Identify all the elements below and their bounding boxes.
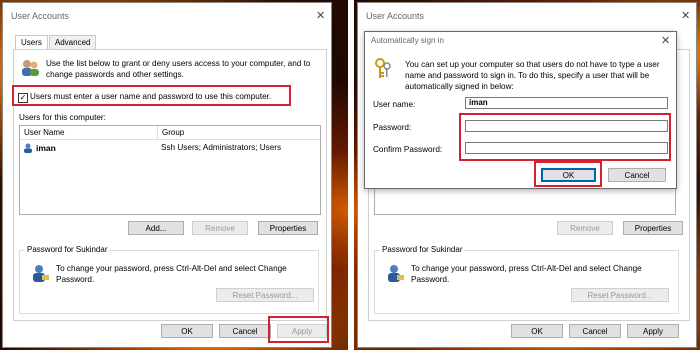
intro-text: Use the list below to grant or deny user… — [46, 59, 311, 79]
user-password-icon — [388, 265, 404, 282]
dialog-close-icon[interactable]: ✕ — [661, 34, 670, 47]
list-header: User Name Group — [20, 126, 320, 140]
auto-sign-in-dialog: Automatically sign in ✕ You can set up y… — [364, 31, 677, 189]
close-icon[interactable]: ✕ — [316, 9, 325, 22]
dialog-ok-highlight — [534, 161, 602, 187]
column-user-name[interactable]: User Name — [20, 126, 158, 139]
users-list-label: Users for this computer: — [19, 113, 106, 122]
row-group: Ssh Users; Administrators; Users — [161, 143, 282, 152]
reset-password-button[interactable]: Reset Password... — [216, 288, 314, 302]
properties-button[interactable]: Properties — [258, 221, 318, 235]
row-user-name: iman — [36, 143, 56, 153]
reset-password-button[interactable]: Reset Password... — [571, 288, 669, 302]
remove-button[interactable]: Remove — [557, 221, 613, 235]
dialog-cancel-button[interactable]: Cancel — [608, 168, 666, 182]
properties-button[interactable]: Properties — [623, 221, 683, 235]
ok-button[interactable]: OK — [511, 324, 563, 338]
users-icon — [22, 60, 39, 76]
password-group-title: Password for Sukindar — [380, 245, 465, 254]
user-icon — [24, 143, 32, 153]
password-group: Password for Sukindar To change your pas… — [374, 245, 679, 314]
apply-button[interactable]: Apply — [627, 324, 679, 338]
window-title: User Accounts — [11, 11, 70, 21]
window-title: User Accounts — [366, 11, 425, 21]
dialog-description: You can set up your computer so that use… — [405, 60, 660, 91]
keys-icon — [375, 58, 391, 78]
dialog-title: Automatically sign in — [371, 36, 444, 45]
password-group: Password for Sukindar To change your pas… — [19, 245, 319, 314]
checkbox-highlight — [12, 85, 291, 106]
image-divider — [348, 0, 354, 350]
user-password-icon — [33, 265, 49, 282]
password-label: Password: — [373, 123, 412, 132]
cancel-button[interactable]: Cancel — [219, 324, 271, 338]
password-instructions: To change your password, press Ctrl-Alt-… — [56, 264, 287, 284]
password-group-title: Password for Sukindar — [25, 245, 110, 254]
password-fields-highlight — [459, 113, 671, 161]
cancel-button[interactable]: Cancel — [569, 324, 621, 338]
username-label: User name: — [373, 100, 416, 109]
tab-advanced[interactable]: Advanced — [48, 35, 97, 49]
tab-bar: Users Advanced — [15, 35, 97, 49]
user-accounts-window-left: User Accounts ✕ Users Advanced Use the l… — [2, 2, 332, 348]
users-list: User Name Group iman Ssh Users; Administ… — [19, 125, 321, 215]
remove-button[interactable]: Remove — [192, 221, 248, 235]
table-row[interactable]: iman Ssh Users; Administrators; Users — [20, 142, 320, 154]
password-instructions: To change your password, press Ctrl-Alt-… — [411, 264, 642, 284]
username-field[interactable]: iman — [465, 97, 668, 109]
add-button[interactable]: Add... — [128, 221, 184, 235]
tab-users[interactable]: Users — [15, 35, 48, 49]
column-group[interactable]: Group — [158, 126, 320, 139]
close-icon[interactable]: ✕ — [681, 9, 690, 22]
confirm-password-label: Confirm Password: — [373, 145, 443, 154]
apply-highlight — [268, 316, 329, 343]
ok-button[interactable]: OK — [161, 324, 213, 338]
